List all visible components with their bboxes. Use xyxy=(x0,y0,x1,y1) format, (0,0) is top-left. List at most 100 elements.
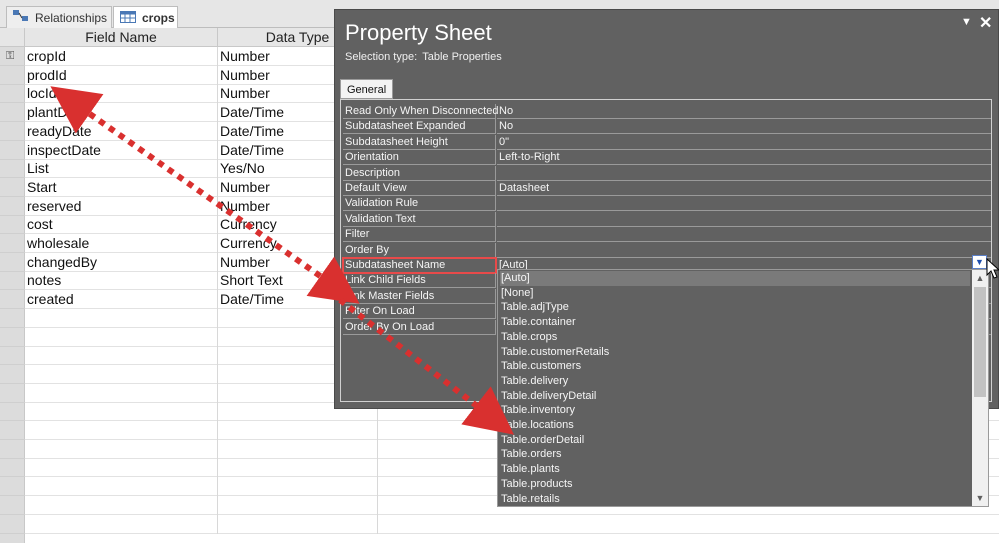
field-name-cell[interactable]: cost xyxy=(25,215,218,235)
row-selector[interactable] xyxy=(0,103,25,123)
tab-crops[interactable]: crops xyxy=(113,6,178,29)
field-name-cell[interactable] xyxy=(25,495,218,515)
property-row[interactable]: Filter xyxy=(343,227,991,243)
dropdown-option[interactable]: Table.orders xyxy=(500,447,970,462)
data-type-cell[interactable] xyxy=(218,477,378,497)
dropdown-scrollbar[interactable]: ▲ ▼ xyxy=(972,270,988,506)
dropdown-option[interactable]: Table.orderDetail xyxy=(500,433,970,448)
table-row[interactable] xyxy=(25,514,999,534)
dropdown-option[interactable]: Table.locations xyxy=(500,418,970,433)
close-icon[interactable]: ✕ xyxy=(979,13,992,33)
property-value[interactable] xyxy=(497,243,991,258)
dropdown-option[interactable]: Table.customers xyxy=(500,359,970,374)
property-row[interactable]: Subdatasheet Expanded No xyxy=(343,119,991,135)
property-value[interactable]: No xyxy=(497,119,991,135)
property-value[interactable] xyxy=(497,212,991,227)
data-type-cell[interactable] xyxy=(218,439,378,459)
row-selector[interactable] xyxy=(0,122,25,141)
dropdown-option[interactable]: Table.plants xyxy=(500,462,970,477)
field-name-cell[interactable]: readyDate xyxy=(25,121,218,141)
property-value[interactable] xyxy=(497,227,991,243)
property-value[interactable] xyxy=(497,196,991,212)
dropdown-option[interactable]: Table.deliveryDetail xyxy=(500,389,970,404)
field-name-cell[interactable]: cropId xyxy=(25,47,218,66)
row-selector[interactable] xyxy=(0,365,25,384)
field-name-cell[interactable] xyxy=(25,383,218,403)
subdatasheet-name-dropdown[interactable]: [Auto] [None] Table.adjType Table.container… xyxy=(497,269,989,507)
field-name-cell[interactable]: plantDate xyxy=(25,103,218,123)
row-selector[interactable] xyxy=(0,458,25,478)
field-name-cell[interactable] xyxy=(25,421,218,440)
row-selector[interactable] xyxy=(0,477,25,497)
row-selector[interactable] xyxy=(0,178,25,197)
row-selector[interactable] xyxy=(0,159,25,179)
row-selector[interactable] xyxy=(0,271,25,291)
row-selector[interactable] xyxy=(0,253,25,272)
field-name-cell[interactable]: List xyxy=(25,159,218,179)
row-selector[interactable] xyxy=(0,215,25,235)
field-name-cell[interactable] xyxy=(25,327,218,347)
dropdown-option[interactable]: Table.inventory xyxy=(500,403,970,418)
field-name-cell[interactable] xyxy=(25,402,218,422)
tab-general[interactable]: General xyxy=(340,79,394,99)
dropdown-option[interactable]: Table.crops xyxy=(500,330,970,345)
dropdown-option[interactable]: Table.products xyxy=(500,477,970,492)
field-name-cell[interactable] xyxy=(25,439,218,459)
row-selector[interactable] xyxy=(0,66,25,85)
tab-relationships[interactable]: Relationships xyxy=(6,6,112,28)
row-selector[interactable] xyxy=(0,234,25,253)
property-row[interactable]: Subdatasheet Height 0" xyxy=(343,134,991,150)
dropdown-option[interactable]: Table.container xyxy=(500,315,970,330)
field-name-cell[interactable]: created xyxy=(25,290,218,310)
property-row[interactable]: Description xyxy=(343,165,991,181)
field-name-cell[interactable]: locId xyxy=(25,84,218,104)
row-selector[interactable] xyxy=(0,290,25,310)
property-row[interactable]: Orientation Left-to-Right xyxy=(343,150,991,166)
field-name-cell[interactable] xyxy=(25,308,218,328)
field-name-cell[interactable]: Start xyxy=(25,177,218,197)
property-value[interactable]: Left-to-Right xyxy=(497,150,991,166)
field-name-cell[interactable]: inspectDate xyxy=(25,140,218,160)
property-row[interactable]: Validation Rule xyxy=(343,196,991,212)
field-name-cell[interactable]: reserved xyxy=(25,196,218,216)
property-value[interactable]: 0" xyxy=(497,135,991,150)
row-selector[interactable] xyxy=(0,402,25,422)
row-selector[interactable] xyxy=(0,328,25,347)
property-row[interactable]: Read Only When Disconnected No xyxy=(343,104,991,119)
data-type-cell[interactable] xyxy=(218,421,378,440)
row-selector[interactable] xyxy=(0,141,25,160)
field-name-cell[interactable] xyxy=(25,458,218,478)
property-row[interactable]: Validation Text xyxy=(343,211,991,227)
row-selector[interactable] xyxy=(0,496,25,515)
row-selector[interactable] xyxy=(0,197,25,216)
field-name-cell[interactable]: changedBy xyxy=(25,252,218,272)
row-selector[interactable] xyxy=(0,421,25,440)
scroll-down-icon[interactable]: ▼ xyxy=(972,490,988,506)
data-type-cell[interactable] xyxy=(218,458,378,478)
dropdown-option[interactable]: [Auto] xyxy=(500,271,970,286)
row-selector[interactable] xyxy=(0,440,25,459)
dropdown-option[interactable]: Table.retails xyxy=(500,492,970,507)
row-selector[interactable] xyxy=(0,309,25,328)
dropdown-arrow-button[interactable]: ▼ xyxy=(972,255,987,269)
field-name-cell[interactable]: wholesale xyxy=(25,234,218,253)
property-row[interactable]: Order By xyxy=(343,242,991,258)
row-selector[interactable]: ⚿ xyxy=(0,47,25,66)
field-name-cell[interactable]: prodId xyxy=(25,65,218,85)
scrollbar-thumb[interactable] xyxy=(974,287,986,397)
dropdown-option[interactable]: Table.customerRetails xyxy=(500,345,970,360)
row-selector[interactable] xyxy=(0,84,25,104)
dropdown-option[interactable]: Table.adjType xyxy=(500,300,970,315)
dropdown-option[interactable]: Table.delivery xyxy=(500,374,970,389)
field-name-cell[interactable]: notes xyxy=(25,271,218,291)
data-type-cell[interactable] xyxy=(218,495,378,515)
row-selector[interactable] xyxy=(0,384,25,403)
field-name-cell[interactable] xyxy=(25,364,218,384)
property-value[interactable]: Datasheet xyxy=(497,181,991,196)
dropdown-option[interactable]: [None] xyxy=(500,286,970,301)
field-name-cell[interactable] xyxy=(25,477,218,497)
chevron-down-icon[interactable]: ▼ xyxy=(961,16,972,28)
property-value[interactable] xyxy=(497,166,991,181)
row-selector[interactable] xyxy=(0,515,25,534)
field-name-cell[interactable] xyxy=(25,514,218,534)
